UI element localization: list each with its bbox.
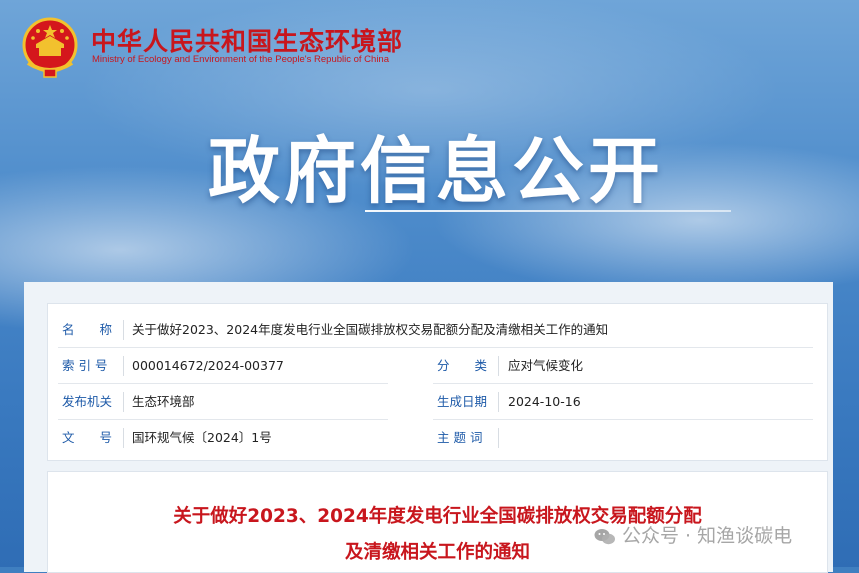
divider <box>123 428 124 448</box>
meta-category-value: 应对气候变化 <box>508 358 584 373</box>
meta-row-docno: 文 号 国环规气候〔2024〕1号 主 题 词 <box>48 420 827 455</box>
meta-row-name: 名 称 关于做好2023、2024年度发电行业全国碳排放权交易配额分配及清缴相关… <box>48 312 827 347</box>
meta-index-label: 索 引 号 <box>62 358 108 373</box>
meta-docno-value: 国环规气候〔2024〕1号 <box>132 430 272 445</box>
document-metadata-card: 名 称 关于做好2023、2024年度发电行业全国碳排放权交易配额分配及清缴相关… <box>47 303 828 461</box>
meta-docno-label: 文 号 <box>62 430 113 445</box>
meta-name-label: 名 称 <box>62 322 113 337</box>
wechat-icon <box>594 528 615 544</box>
divider <box>498 356 499 376</box>
meta-date-label: 生成日期 <box>437 394 488 409</box>
divider <box>123 356 124 376</box>
title-underline <box>365 210 731 212</box>
divider <box>498 392 499 412</box>
section-title: 政府信息公开 <box>208 129 665 213</box>
wechat-watermark: 公众号 · 知渔谈碳电 <box>594 521 792 548</box>
meta-issuer-label: 发布机关 <box>62 394 113 409</box>
meta-date-value: 2024-10-16 <box>508 394 581 409</box>
meta-topic-label: 主 题 词 <box>437 430 483 445</box>
meta-issuer-value: 生态环境部 <box>132 394 195 409</box>
divider <box>123 392 124 412</box>
meta-name-value: 关于做好2023、2024年度发电行业全国碳排放权交易配额分配及清缴相关工作的通… <box>132 322 609 337</box>
meta-index-value: 000014672/2024-00377 <box>132 358 284 373</box>
divider <box>123 320 124 340</box>
meta-row-index: 索 引 号 000014672/2024-00377 分 类 应对气候变化 <box>48 348 827 383</box>
meta-category-label: 分 类 <box>437 358 488 373</box>
divider <box>498 428 499 448</box>
meta-row-issuer: 发布机关 生态环境部 生成日期 2024-10-16 <box>48 384 827 419</box>
watermark-text: 公众号 · 知渔谈碳电 <box>622 525 793 547</box>
ministry-name-cn[interactable]: 中华人民共和国生态环境部 <box>91 22 403 58</box>
national-emblem-icon <box>22 17 78 78</box>
ministry-name-en: Ministry of Ecology and Environment of t… <box>92 54 390 65</box>
